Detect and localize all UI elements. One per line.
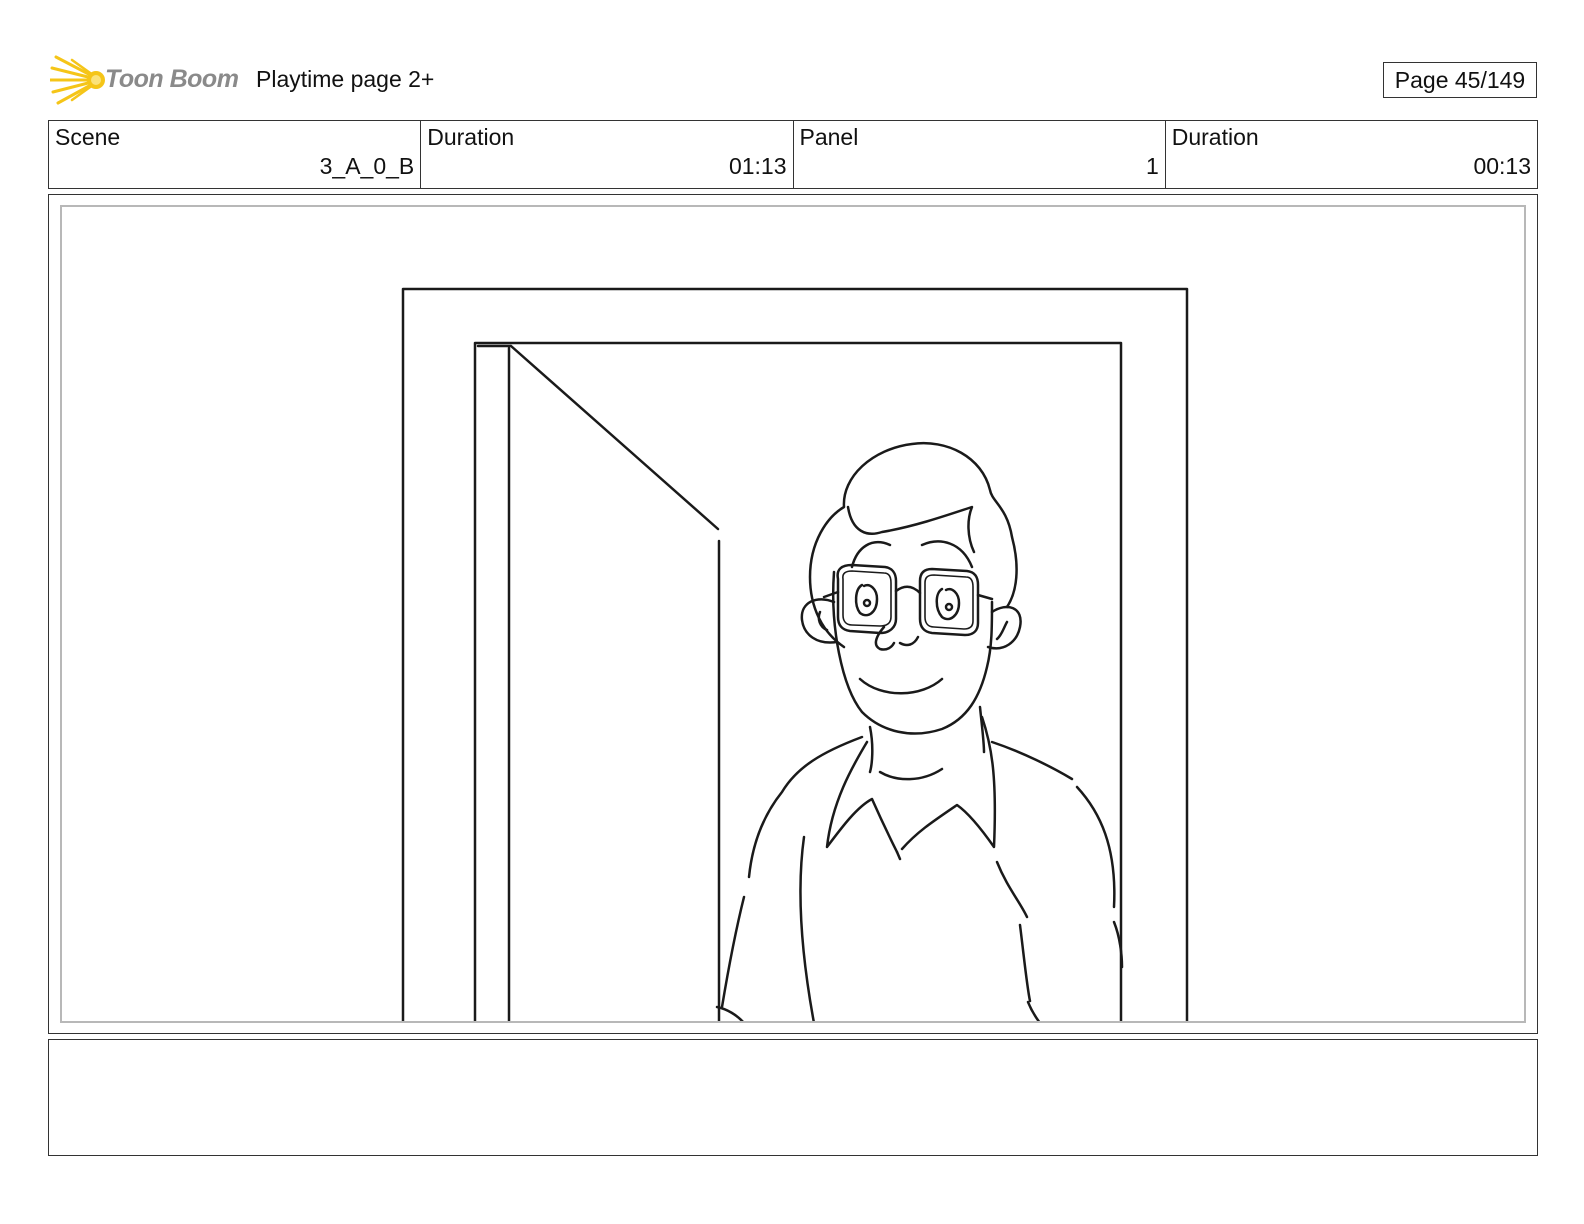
star-burst-icon <box>50 55 105 105</box>
panel-value: 1 <box>1145 153 1159 179</box>
scene-label: Scene <box>55 124 121 150</box>
panel-duration-label: Duration <box>1171 124 1259 150</box>
character-head <box>800 441 1022 735</box>
page-indicator: Page 45/149 <box>1383 62 1537 98</box>
panel-duration-value: 00:13 <box>1473 153 1531 179</box>
door-frame <box>401 287 1189 1021</box>
scene-duration-label: Duration <box>427 124 515 150</box>
panel-notes-box <box>48 1039 1538 1156</box>
open-door <box>476 344 721 1021</box>
scene-duration-cell: Duration 01:13 <box>421 121 794 188</box>
panel-cell: Panel 1 <box>794 121 1166 188</box>
scene-duration-value: 01:13 <box>728 153 787 179</box>
document-title: Playtime page 2+ <box>256 66 435 92</box>
toon-boom-logo: Toon Boom <box>50 54 242 106</box>
storyboard-drawing <box>401 287 1189 1021</box>
scene-cell: Scene 3_A_0_B <box>49 121 422 188</box>
scene-value: 3_A_0_B <box>319 153 415 179</box>
logo-text: Toon Boom <box>105 65 239 93</box>
storyboard-panel <box>48 194 1538 1034</box>
panel-duration-cell: Duration 00:13 <box>1166 121 1537 188</box>
panel-info-bar: Scene 3_A_0_B Duration 01:13 Panel 1 Dur… <box>48 120 1538 189</box>
panel-image-area <box>60 205 1526 1023</box>
panel-label: Panel <box>799 124 859 150</box>
character-torso <box>715 705 1124 1021</box>
